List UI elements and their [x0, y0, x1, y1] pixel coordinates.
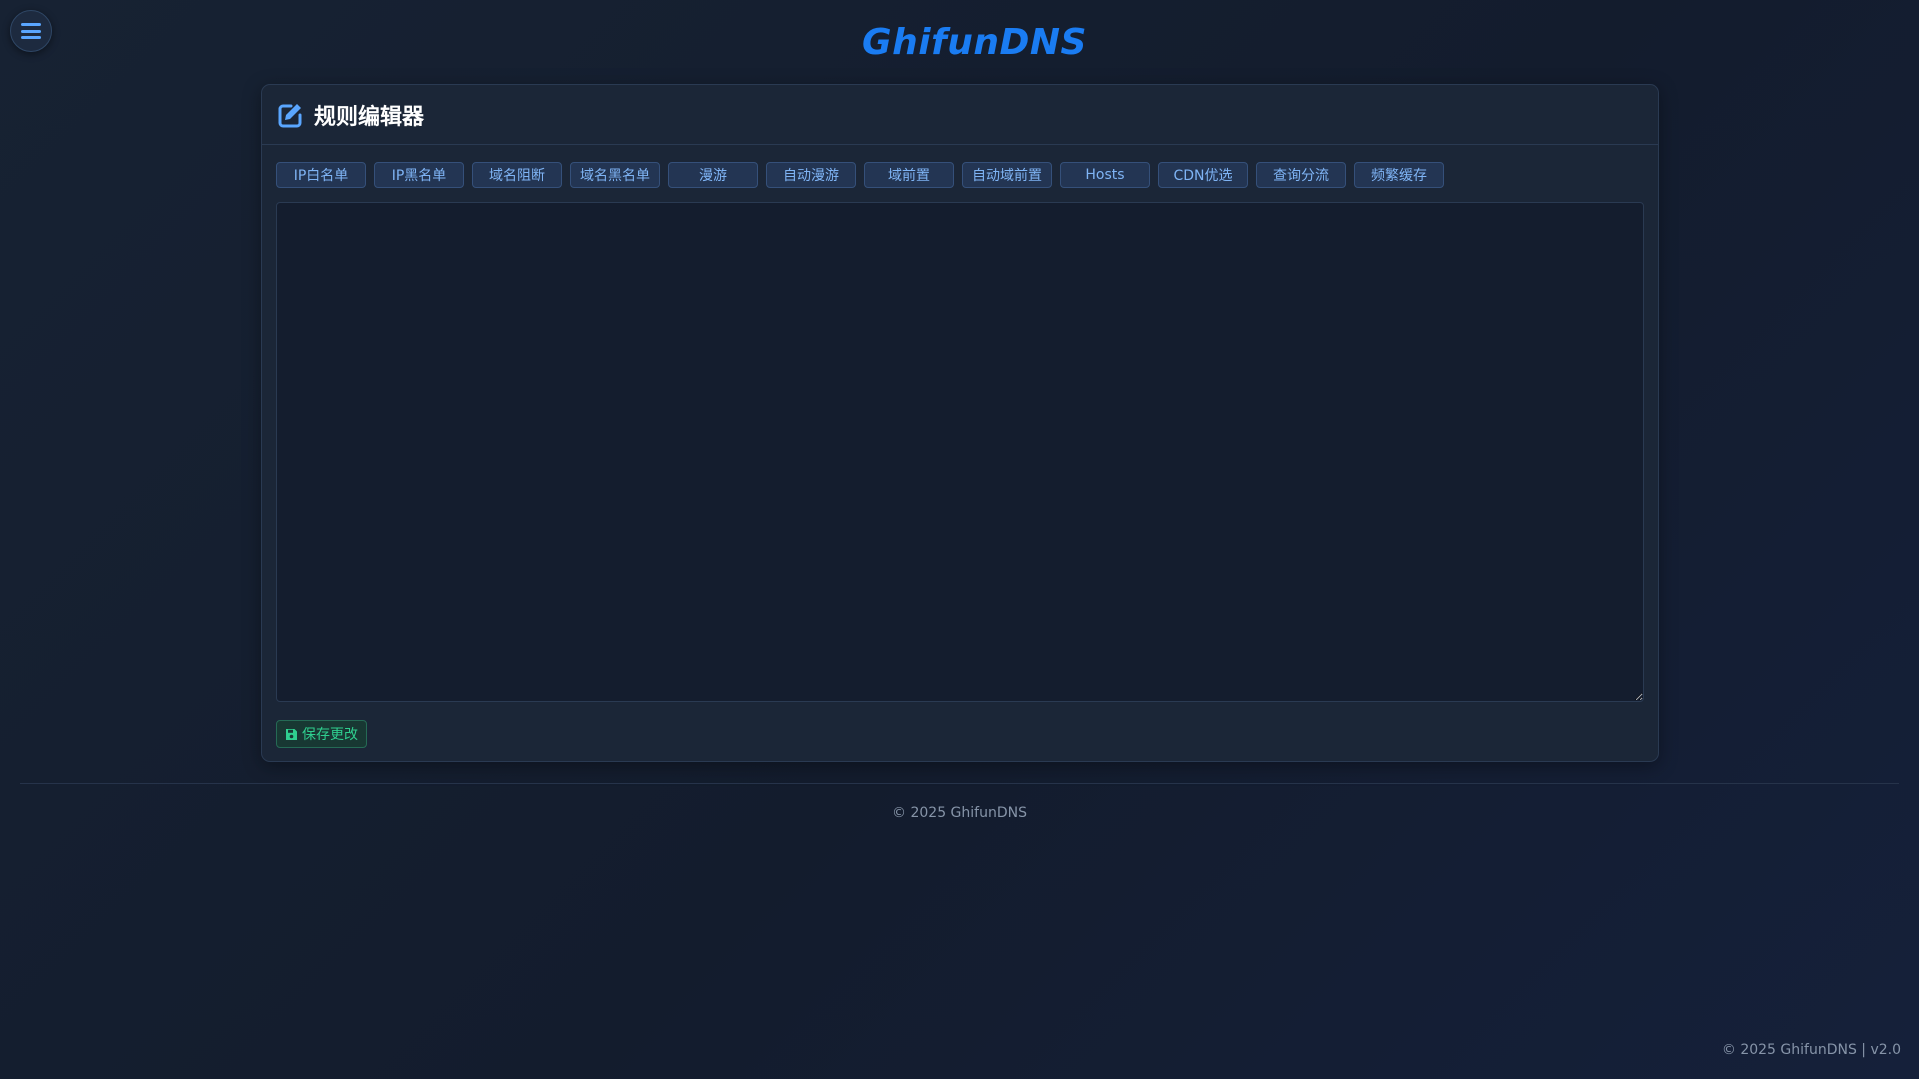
tab-frequent-cache[interactable]: 频繁缓存 — [1354, 162, 1444, 188]
edit-icon — [276, 101, 304, 129]
rule-editor-card: 规则编辑器 IP白名单 IP黑名单 域名阻断 域名黑名单 漫游 自动漫游 域前置… — [261, 84, 1659, 762]
tab-hosts[interactable]: Hosts — [1060, 162, 1150, 188]
tab-auto-domain-fronting[interactable]: 自动域前置 — [962, 162, 1052, 188]
floppy-disk-icon — [285, 728, 298, 741]
brand-title: GhifunDNS — [862, 22, 1087, 63]
tab-auto-roaming[interactable]: 自动漫游 — [766, 162, 856, 188]
rule-tabs: IP白名单 IP黑名单 域名阻断 域名黑名单 漫游 自动漫游 域前置 自动域前置… — [276, 162, 1444, 188]
rule-editor-textarea[interactable] — [276, 202, 1644, 702]
card-title: 规则编辑器 — [314, 104, 425, 130]
tab-ip-whitelist[interactable]: IP白名单 — [276, 162, 366, 188]
footer-copyright: © 2025 GhifunDNS — [892, 805, 1027, 821]
tab-query-split[interactable]: 查询分流 — [1256, 162, 1346, 188]
tab-cdn-preferred[interactable]: CDN优选 — [1158, 162, 1248, 188]
tab-domain-fronting[interactable]: 域前置 — [864, 162, 954, 188]
tab-domain-blacklist[interactable]: 域名黑名单 — [570, 162, 660, 188]
footer-divider — [20, 783, 1899, 784]
save-button-label: 保存更改 — [302, 727, 358, 743]
card-header: 规则编辑器 — [262, 85, 1658, 145]
save-changes-button[interactable]: 保存更改 — [276, 720, 367, 748]
tab-domain-block[interactable]: 域名阻断 — [472, 162, 562, 188]
version-label: © 2025 GhifunDNS | v2.0 — [1721, 1042, 1901, 1058]
tab-roaming[interactable]: 漫游 — [668, 162, 758, 188]
tab-ip-blacklist[interactable]: IP黑名单 — [374, 162, 464, 188]
